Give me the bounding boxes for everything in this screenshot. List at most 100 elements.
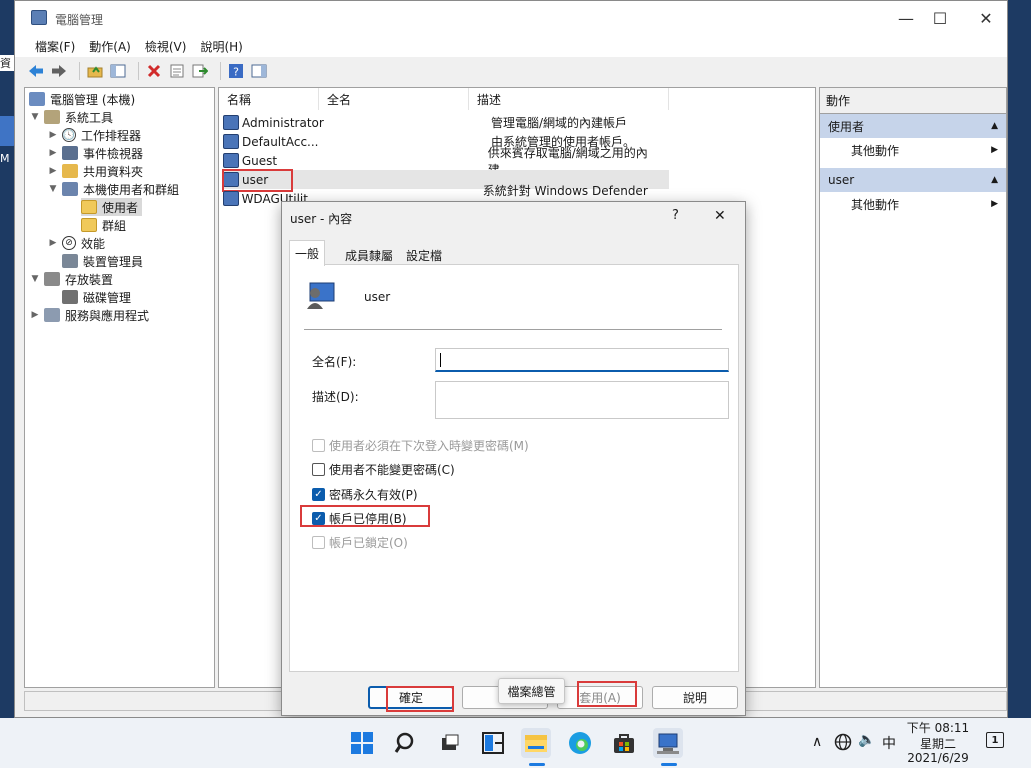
user-account-icon xyxy=(223,191,239,206)
tree-item-shared-folders[interactable]: ▶ 共用資料夾 xyxy=(47,162,143,180)
task-view-icon[interactable] xyxy=(434,728,464,758)
tree-item-event-viewer[interactable]: ▶ 事件檢視器 xyxy=(47,144,143,162)
ime-indicator[interactable]: 中 xyxy=(882,733,896,753)
tree-item-storage[interactable]: ▼ 存放裝置 xyxy=(29,270,113,288)
tree-item-disk-management[interactable]: 磁碟管理 xyxy=(62,288,131,306)
maximize-button[interactable]: ☐ xyxy=(917,1,963,35)
tab-member-of[interactable]: 成員隸屬 xyxy=(340,244,398,266)
column-header-name[interactable]: 名稱 xyxy=(219,88,319,110)
tree-item-device-manager[interactable]: 裝置管理員 xyxy=(62,252,143,270)
chevron-right-icon[interactable]: ▶ xyxy=(47,148,59,158)
checkbox-box xyxy=(312,536,325,549)
chevron-right-icon[interactable]: ▶ xyxy=(47,238,59,248)
start-icon[interactable] xyxy=(347,728,377,758)
submenu-arrow-icon: ▶ xyxy=(991,199,998,209)
collapse-up-icon[interactable]: ▲ xyxy=(991,175,998,185)
maximize-icon: ☐ xyxy=(932,8,948,28)
close-button[interactable]: ✕ xyxy=(963,1,1009,35)
file-explorer-icon[interactable] xyxy=(521,728,551,758)
apply-button-highlight xyxy=(577,681,637,707)
description-field[interactable] xyxy=(435,381,729,419)
computer-management-icon[interactable] xyxy=(653,728,683,758)
chevron-down-icon[interactable]: ▼ xyxy=(47,184,59,194)
chevron-right-icon[interactable]: ▶ xyxy=(29,310,41,320)
active-app-indicator xyxy=(529,763,545,766)
chevron-down-icon[interactable]: ▼ xyxy=(29,112,41,122)
tray-overflow-icon[interactable]: ∧ xyxy=(812,734,822,750)
tree-item-performance[interactable]: ▶ ⊘ 效能 xyxy=(47,234,105,252)
tab-general[interactable]: 一般 xyxy=(289,240,326,266)
menu-action[interactable]: 動作(A) xyxy=(89,38,131,55)
notification-icon[interactable]: 1 xyxy=(986,732,1004,748)
menu-view[interactable]: 檢視(V) xyxy=(145,38,187,55)
full-name-field[interactable] xyxy=(435,348,729,372)
account-locked-checkbox[interactable]: 帳戶已鎖定(O) xyxy=(312,534,408,551)
edge-icon[interactable] xyxy=(565,728,595,758)
tree-label: 服務與應用程式 xyxy=(65,308,150,323)
clock-date[interactable]: 2021/6/29 xyxy=(905,751,971,765)
column-header-description[interactable]: 描述 xyxy=(469,88,669,110)
computer-icon xyxy=(29,92,45,106)
widgets-icon[interactable] xyxy=(478,728,508,758)
delete-icon[interactable] xyxy=(145,62,163,80)
export-list-icon[interactable] xyxy=(191,62,209,80)
chevron-down-icon[interactable]: ▼ xyxy=(29,274,41,284)
collapse-up-icon[interactable]: ▲ xyxy=(991,121,998,131)
list-item[interactable]: Administrator 管理電腦/網域的內建帳戶 xyxy=(223,113,669,132)
action-more-actions[interactable]: 其他動作 ▶ xyxy=(820,138,1006,162)
dialog-close-button[interactable]: ✕ xyxy=(714,208,726,224)
tree-item-task-scheduler[interactable]: ▶ 🕓 工作排程器 xyxy=(47,126,141,144)
device-manager-icon xyxy=(62,254,78,268)
tree-item-services-apps[interactable]: ▶ 服務與應用程式 xyxy=(29,306,149,324)
user-account-icon xyxy=(223,115,239,130)
tree-item-system-tools[interactable]: ▼ 系統工具 xyxy=(29,108,113,126)
properties-icon[interactable] xyxy=(168,62,186,80)
close-icon: ✕ xyxy=(714,208,726,224)
chevron-right-icon[interactable]: ▶ xyxy=(47,130,59,140)
tab-profile[interactable]: 設定檔 xyxy=(401,244,447,266)
store-icon[interactable] xyxy=(609,728,639,758)
tree-label: 共用資料夾 xyxy=(83,164,144,179)
tree-item-local-users-groups[interactable]: ▼ 本機使用者和群組 xyxy=(47,180,179,198)
show-hide-tree-icon[interactable] xyxy=(109,62,127,80)
back-arrow-icon[interactable] xyxy=(27,62,45,80)
password-never-expires-checkbox[interactable]: ✓ 密碼永久有效(P) xyxy=(312,486,418,503)
must-change-password-checkbox[interactable]: 使用者必須在下次登入時變更密碼(M) xyxy=(312,437,529,454)
dialog-username: user xyxy=(364,290,391,304)
tree-item-users[interactable]: 使用者 xyxy=(81,198,143,216)
tree-label: 事件檢視器 xyxy=(83,146,144,161)
folder-icon xyxy=(81,218,97,232)
volume-icon[interactable]: 🔈 xyxy=(858,732,875,748)
action-more-actions[interactable]: 其他動作 ▶ xyxy=(820,192,1006,216)
action-section-user[interactable]: user ▲ xyxy=(820,168,1006,192)
show-hide-action-pane-icon[interactable] xyxy=(250,62,268,80)
checkbox-label: 使用者不能變更密碼(C) xyxy=(329,463,455,477)
clock-weekday[interactable]: 星期二 xyxy=(905,735,971,752)
tree-item-groups[interactable]: 群組 xyxy=(81,216,126,234)
chevron-right-icon[interactable]: ▶ xyxy=(47,166,59,176)
search-icon[interactable] xyxy=(391,728,421,758)
forward-arrow-icon[interactable] xyxy=(50,62,68,80)
cannot-change-password-checkbox[interactable]: 使用者不能變更密碼(C) xyxy=(312,461,455,478)
dialog-help-button[interactable]: ? xyxy=(672,208,679,223)
user-name: Guest xyxy=(241,153,278,168)
list-item[interactable]: Guest 供來賓存取電腦/網域之用的內建... xyxy=(223,146,669,177)
action-section-label: user xyxy=(828,173,855,187)
menu-help[interactable]: 說明(H) xyxy=(200,38,242,55)
tree-item-computer-management[interactable]: 電腦管理 (本機) xyxy=(29,90,135,108)
clock-time[interactable]: 下午 08:11 xyxy=(905,719,971,736)
action-section-users[interactable]: 使用者 ▲ xyxy=(820,114,1006,138)
checkbox-label: 帳戶已鎖定(O) xyxy=(329,536,408,550)
clock-icon: 🕓 xyxy=(62,128,76,142)
close-icon: ✕ xyxy=(979,8,993,28)
help-icon[interactable]: ? xyxy=(227,62,245,80)
description-label: 描述(D): xyxy=(312,390,359,404)
help-button[interactable]: 說明 xyxy=(652,686,738,709)
computer-management-app-icon xyxy=(31,10,47,25)
tree-label: 工作排程器 xyxy=(81,128,142,143)
column-header-full-name[interactable]: 全名 xyxy=(319,88,469,110)
folder-up-icon[interactable] xyxy=(86,62,104,80)
menu-file[interactable]: 檔案(F) xyxy=(35,38,75,55)
network-icon[interactable] xyxy=(834,733,852,754)
submenu-arrow-icon: ▶ xyxy=(991,145,998,155)
